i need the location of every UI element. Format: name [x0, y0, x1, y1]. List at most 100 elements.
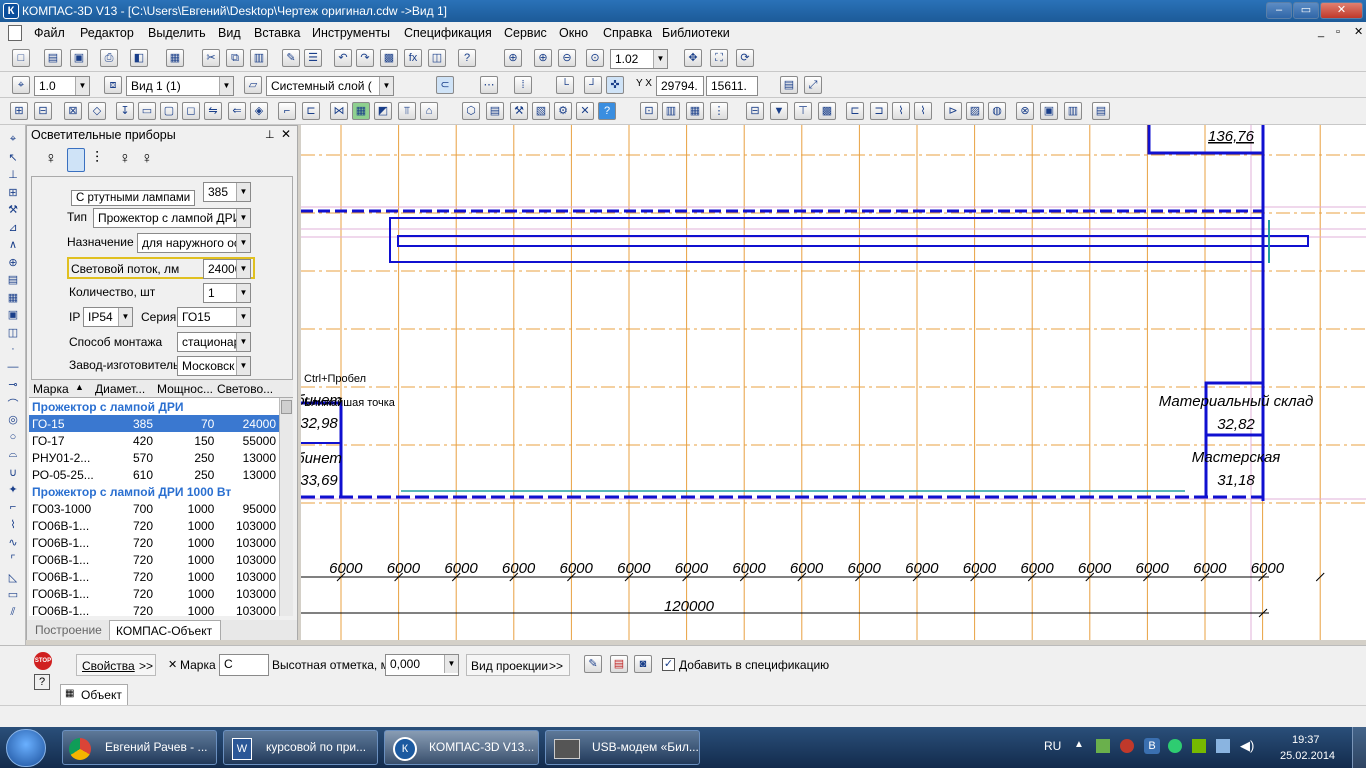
menu-libraries[interactable]: Библиотеки [662, 26, 730, 40]
redo-icon[interactable]: ↷ [356, 49, 374, 67]
tool-icon-1[interactable]: ⊞ [10, 102, 28, 120]
table-row[interactable]: ГО03-1000 700 1000 95000 [29, 500, 279, 517]
drawing-canvas[interactable]: 6000 6000 6000 6000 6000 6000 6000 6000 6000 6000… [301, 125, 1366, 640]
tool-icon-25[interactable]: ⊡ [640, 102, 658, 120]
table-row[interactable]: ГО06В-1... 720 1000 103000 [29, 602, 279, 617]
spec-checkbox[interactable]: ✓ [662, 658, 675, 671]
compact-tool-icon[interactable]: ▦ [5, 291, 21, 304]
compact-tool-icon[interactable]: ∪ [5, 466, 21, 479]
tool-icon-17[interactable]: ⫪ [398, 102, 416, 120]
table-scrollbar[interactable] [279, 398, 293, 616]
document-icon[interactable] [8, 25, 22, 41]
zoom-window-icon[interactable]: ⊕ [504, 49, 522, 67]
nvidia-icon[interactable] [1192, 739, 1206, 753]
help-icon[interactable]: ? [598, 102, 616, 120]
projection-button[interactable]: Вид проекции >> [466, 654, 570, 676]
lamp-edit-icon[interactable]: ✎ [584, 655, 602, 673]
compact-tool-icon[interactable]: ○ [5, 431, 21, 443]
new-icon[interactable]: □ [12, 49, 30, 67]
count-combo[interactable]: 1 ▼ [203, 283, 251, 303]
tool-icon-18[interactable]: ⌂ [420, 102, 438, 120]
table-row[interactable]: ГО-17 420 150 55000 [29, 432, 279, 449]
paste-icon[interactable]: ▥ [250, 49, 268, 67]
menu-specification[interactable]: Спецификация [404, 26, 492, 40]
layer-combo[interactable]: Системный слой (▼ [266, 76, 394, 96]
ip-combo[interactable]: IP54 ▼ [83, 307, 133, 327]
menu-file[interactable]: Файл [34, 26, 65, 40]
type-combo[interactable]: Прожектор с лампой ДРИ ▼ [93, 208, 251, 228]
volume-icon[interactable]: ◀) [1240, 738, 1254, 754]
compact-tool-icon[interactable]: — [5, 361, 21, 373]
minimize-icon[interactable]: – [1266, 2, 1292, 19]
scale-combo[interactable]: 1.0 ▼ [34, 76, 90, 96]
tool-icon-9[interactable]: ⇋ [204, 102, 222, 120]
camera-icon[interactable]: ◙ [634, 655, 652, 673]
save-icon[interactable]: ▣ [70, 49, 88, 67]
tool-icon-8[interactable]: ◻ [182, 102, 200, 120]
table-row[interactable]: ГО06В-1... 720 1000 103000 [29, 551, 279, 568]
preview-icon[interactable]: ◧ [130, 49, 148, 67]
menu-view[interactable]: Вид [218, 26, 241, 40]
table-row[interactable]: ГО06В-1... 720 1000 103000 [29, 534, 279, 551]
tab-construction[interactable]: Построение [35, 623, 102, 637]
copy-icon[interactable]: ⧉ [226, 49, 244, 67]
pan-icon[interactable]: ✥ [684, 49, 702, 67]
tool-icon-38[interactable]: ▨ [966, 102, 984, 120]
snap-magnet-icon[interactable]: ⊂ [436, 76, 454, 94]
table-row[interactable]: ГО-15 385 70 24000 [29, 415, 279, 432]
menu-service[interactable]: Сервис [504, 26, 547, 40]
pin-icon[interactable]: ⊥ [265, 128, 275, 141]
help-question-icon[interactable]: ? [34, 674, 50, 690]
grid-icon[interactable]: ⋯ [480, 76, 498, 94]
panel-close-icon[interactable]: ✕ [281, 127, 291, 141]
compact-tool-icon[interactable]: ∿ [5, 536, 21, 549]
tool-icon-22[interactable]: ▧ [532, 102, 550, 120]
view-combo[interactable]: Вид 1 (1) ▼ [126, 76, 234, 96]
mount-combo[interactable]: стационар ▼ [177, 332, 251, 352]
cursor-snap-icon[interactable]: ✜ [606, 76, 624, 94]
drawing-svg[interactable]: 6000 6000 6000 6000 6000 6000 6000 6000 6000 6000… [301, 125, 1366, 640]
tab-kompas-object[interactable]: КОМПАС-Объект [109, 620, 221, 640]
tool-icon-41[interactable]: ▣ [1040, 102, 1058, 120]
compact-tool-icon[interactable]: ▤ [5, 273, 21, 286]
start-button-icon[interactable] [6, 729, 46, 767]
tool-icon-13[interactable]: ⊏ [302, 102, 320, 120]
taskbar-item-modem[interactable]: USB-модем «Бил... [545, 730, 700, 765]
table-row[interactable]: РО-05-25... 610 250 13000 [29, 466, 279, 483]
tool-icon-11[interactable]: ◈ [250, 102, 268, 120]
step-icon[interactable]: ⌖ [12, 76, 30, 94]
tray-arrow-icon[interactable]: ▲ [1074, 739, 1084, 750]
coord-y-field[interactable]: 15611. [706, 76, 758, 96]
mark-input[interactable]: С [219, 654, 269, 676]
zoom-scale-icon[interactable]: ⊙ [586, 49, 604, 67]
tool-icon-3[interactable]: ⊠ [64, 102, 82, 120]
taskbar-item-chrome[interactable]: Евгений Рачев - ... [62, 730, 217, 765]
tool-icon-42[interactable]: ▥ [1064, 102, 1082, 120]
col-diameter[interactable]: Диамет... [95, 382, 145, 396]
flux-combo[interactable]: 24000 ▼ [203, 259, 251, 279]
tool-icon-20[interactable]: ▤ [486, 102, 504, 120]
tool-icon-16[interactable]: ◩ [374, 102, 392, 120]
clock-time[interactable]: 19:37 [1292, 734, 1320, 746]
manager-icon[interactable]: ☰ [304, 49, 322, 67]
compact-tool-icon[interactable]: ⌓ [5, 448, 21, 461]
col-flux[interactable]: Светово... [217, 382, 273, 396]
tool-icon-6[interactable]: ▭ [138, 102, 156, 120]
tool-icon-26[interactable]: ▥ [662, 102, 680, 120]
tool-icon-23[interactable]: ⚙ [554, 102, 572, 120]
table-row[interactable]: ГО06В-1... 720 1000 103000 [29, 585, 279, 602]
compact-tool-icon[interactable]: ⊞ [5, 186, 21, 199]
tray-icon-2[interactable] [1120, 739, 1134, 753]
close-icon[interactable]: ✕ [1320, 2, 1363, 19]
fx-icon[interactable]: fx [404, 49, 422, 67]
network-icon[interactable] [1216, 739, 1230, 753]
bind-icon[interactable]: ⤢ [804, 76, 822, 94]
stop-icon[interactable]: STOP [34, 652, 52, 670]
tool-icon-27[interactable]: ▦ [686, 102, 704, 120]
grid-dots-icon[interactable]: ⁞ [514, 76, 532, 94]
tab-object[interactable]: ▦ Объект [60, 684, 128, 705]
table-group-row[interactable]: Прожектор с лампой ДРИ [29, 398, 279, 415]
open-icon[interactable]: ▤ [44, 49, 62, 67]
tool-icon-33[interactable]: ⊏ [846, 102, 864, 120]
format-brush-icon[interactable]: ✎ [282, 49, 300, 67]
